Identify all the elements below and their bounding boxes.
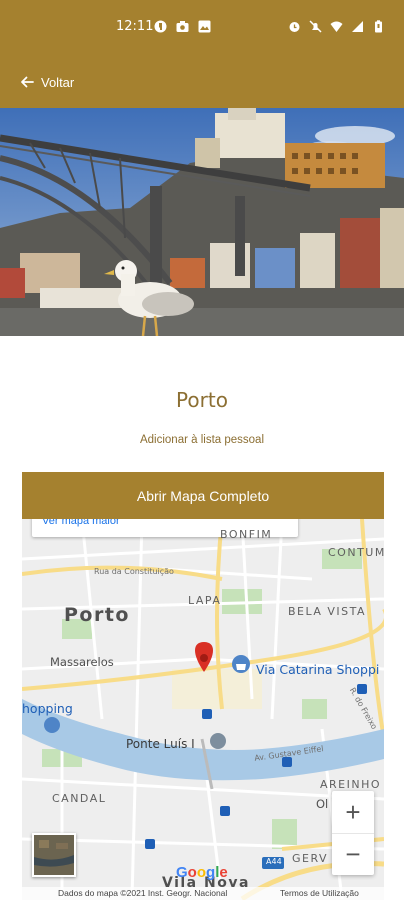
map-label-lapa: LAPA [188,594,222,607]
map-label-bela-vista: BELA VISTA [288,605,367,618]
arrow-left-icon [21,76,34,88]
battery-icon [375,20,382,33]
map-label-via-catarina: Via Catarina Shoppi [256,662,380,677]
app-notification-icon [154,20,167,33]
wifi-icon [330,21,343,32]
map-label-ponte-luis-i: Ponte Luís I [126,737,195,751]
city-title: Porto [176,388,228,412]
status-system-icons [288,20,385,33]
map-terms-link[interactable]: Termos de Utilização [280,888,359,898]
zoom-in-button[interactable]: + [332,791,374,833]
back-label: Voltar [41,74,75,90]
map-label-shopping: hopping [22,701,73,716]
zoom-controls: + − [332,791,374,875]
map-label-contumil: CONTUM [328,546,384,559]
map-label-rua-constituicao: Rua da Constituição [94,567,174,576]
signal-icon [352,21,363,32]
status-notifications [154,20,211,33]
map-label-massarelos: Massarelos [50,655,114,669]
map-label-bonfim: BONFIM [220,528,273,541]
view-larger-map-link[interactable]: Ver mapa maior [42,519,120,527]
satellite-view-toggle[interactable] [32,833,76,877]
satellite-thumbnail-icon [34,835,74,875]
embedded-map[interactable]: Ver mapa maior BONFIM CONTUM Rua da Cons… [22,519,384,900]
status-time: 12:11 [116,19,154,34]
map-label-areinho: AREINHO [320,778,382,791]
map-label-gervide: GERV [292,852,329,865]
map-footer: Dados do mapa ©2021 Inst. Geogr. Naciona… [22,887,384,900]
app-bar: Voltar [0,56,404,108]
image-notification-icon [198,20,211,33]
add-to-personal-list-link[interactable]: Adicionar à lista pessoal [0,434,404,446]
alarm-icon [289,22,300,32]
map-canvas [22,519,384,900]
zoom-out-button[interactable]: − [332,833,374,875]
mute-icon [309,20,322,33]
back-button[interactable]: Voltar [20,66,74,98]
map-label-porto: Porto [64,604,130,626]
hero-image [0,108,404,336]
map-label-oliveira: Ol [316,797,329,811]
map-label-a44: A44 [266,857,282,866]
open-full-map-button[interactable]: Abrir Mapa Completo [22,472,384,519]
map-attribution: Dados do mapa ©2021 Inst. Geogr. Naciona… [58,888,228,898]
map-label-candal: CANDAL [52,792,107,805]
google-logo: Google [176,864,228,881]
status-bar: 12:11 [0,0,404,56]
camera-notification-icon [176,21,189,32]
